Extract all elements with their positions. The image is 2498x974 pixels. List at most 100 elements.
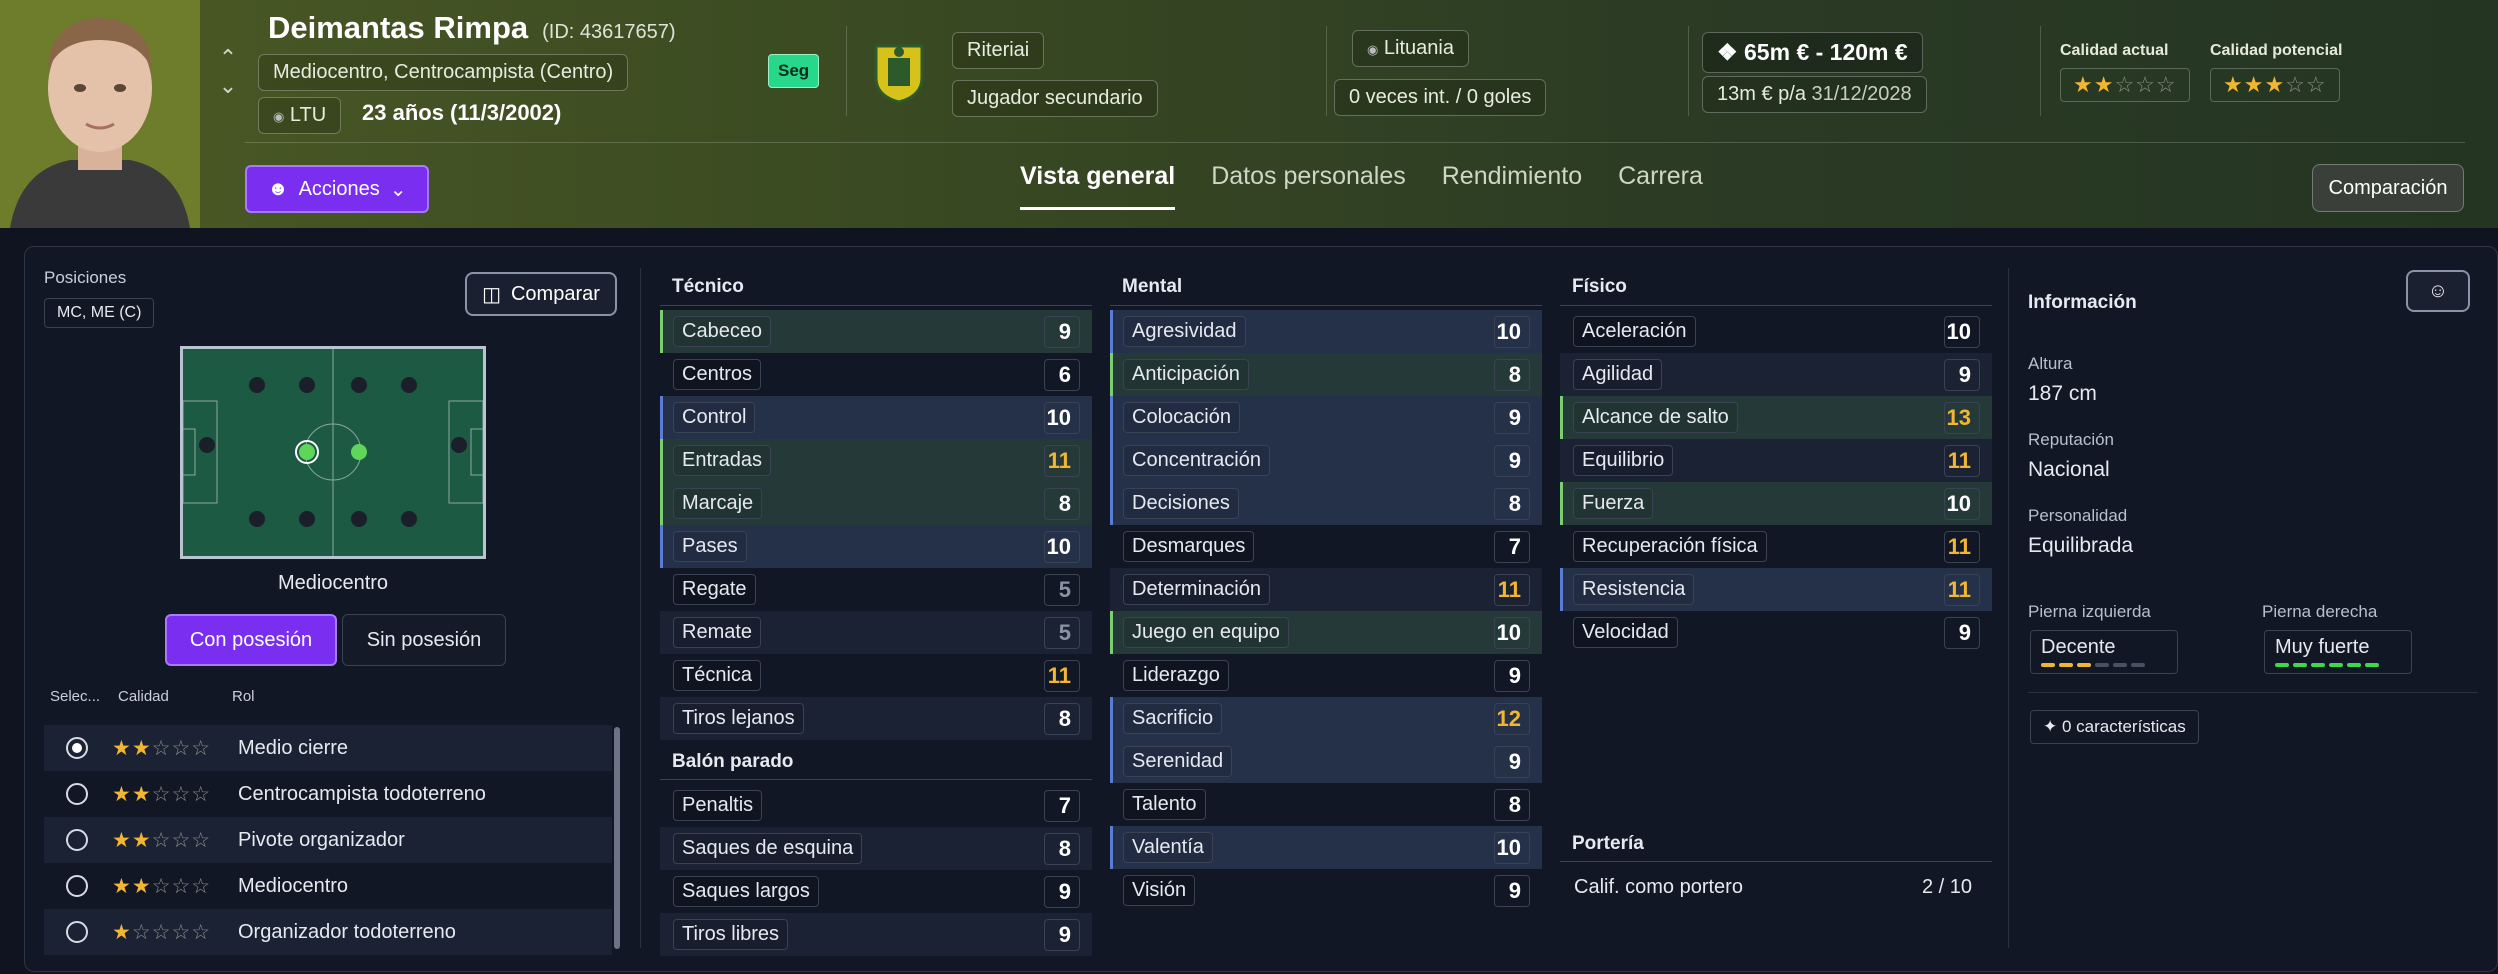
tab-datos-personales[interactable]: Datos personales xyxy=(1211,162,1406,210)
tab-rendimiento[interactable]: Rendimiento xyxy=(1442,162,1582,210)
radio-selected[interactable] xyxy=(66,737,88,759)
list-item[interactable]: ★★☆☆☆ Mediocentro xyxy=(44,863,612,909)
attr-row[interactable]: Alcance de salto 13 xyxy=(1560,396,1992,439)
role-name: Pivote organizador xyxy=(238,828,405,851)
club-crest-icon[interactable] xyxy=(870,38,928,104)
attr-row[interactable]: Velocidad 9 xyxy=(1560,611,1992,654)
acciones-button[interactable]: ☻ Acciones ⌄ xyxy=(245,165,429,213)
col-role[interactable]: Rol xyxy=(232,688,255,705)
height-value: 187 cm xyxy=(2028,382,2097,405)
attr-row[interactable]: Concentración 9 xyxy=(1110,439,1542,482)
attr-row[interactable]: Liderazgo 9 xyxy=(1110,654,1542,697)
attr-row[interactable]: Entradas 11 xyxy=(660,439,1092,482)
attr-row[interactable]: Colocación 9 xyxy=(1110,396,1542,439)
attr-row[interactable]: Técnica 11 xyxy=(660,654,1092,697)
wage-contract: 13m € p/a 31/12/2028 xyxy=(1702,76,1927,113)
list-item[interactable]: ★☆☆☆☆ Organizador todoterreno xyxy=(44,909,612,955)
chevron-down-icon: ⌄ xyxy=(389,178,407,201)
traits-chip[interactable]: ✦ 0 características xyxy=(2030,710,2199,744)
left-foot-bar xyxy=(2041,663,2167,667)
radio[interactable] xyxy=(66,783,88,805)
squad-status-badge[interactable]: Seg xyxy=(768,54,820,88)
role-name: Organizador todoterreno xyxy=(238,920,456,943)
comparacion-button[interactable]: Comparación xyxy=(2312,164,2464,212)
attr-row[interactable]: Saques largos 9 xyxy=(660,870,1092,913)
radio[interactable] xyxy=(66,921,88,943)
left-foot-label: Pierna izquierda xyxy=(2028,602,2151,621)
tag-icon: ❖ xyxy=(1717,39,1738,65)
attr-row[interactable]: Cabeceo 9 xyxy=(660,310,1092,353)
chevron-up-icon[interactable]: ⌃ xyxy=(218,44,238,72)
col-quality[interactable]: Calidad xyxy=(118,688,169,705)
right-foot-chip: Muy fuerte xyxy=(2264,630,2412,674)
sin-posesion-button[interactable]: Sin posesión xyxy=(342,614,506,666)
roles-scrollbar[interactable] xyxy=(614,727,620,949)
divider xyxy=(2028,692,2478,693)
con-posesion-button[interactable]: Con posesión xyxy=(165,614,337,666)
list-item[interactable]: ★★☆☆☆ Pivote organizador xyxy=(44,817,612,863)
divider xyxy=(1326,26,1327,116)
personality-label: Personalidad xyxy=(2028,506,2128,525)
nationality-chip[interactable]: ◉ LTU xyxy=(258,97,342,134)
tecnico-column: Técnico Cabeceo 9 Centros 6 Control 10 Entr… xyxy=(660,268,1092,956)
col-select[interactable]: Selec... xyxy=(50,688,100,705)
attr-row[interactable]: Juego en equipo 10 xyxy=(1110,611,1542,654)
attr-row[interactable]: Serenidad 9 xyxy=(1110,740,1542,783)
right-foot-label: Pierna derecha xyxy=(2262,602,2378,621)
attr-row[interactable]: Pases 10 xyxy=(660,525,1092,568)
compare-icon: ◫ xyxy=(482,283,501,306)
attr-row[interactable]: Decisiones 8 xyxy=(1110,482,1542,525)
attr-row[interactable]: Agresividad 10 xyxy=(1110,310,1542,353)
sparkle-icon: ✦ xyxy=(2043,717,2058,736)
attr-row[interactable]: Regate 5 xyxy=(660,568,1092,611)
attr-row[interactable]: Fuerza 10 xyxy=(1560,482,1992,525)
attr-row[interactable]: Valentía 10 xyxy=(1110,826,1542,869)
attr-row[interactable]: Resistencia 11 xyxy=(1560,568,1992,611)
attr-row[interactable]: Tiros lejanos 8 xyxy=(660,697,1092,740)
list-item[interactable]: ★★☆☆☆ Medio cierre xyxy=(44,725,612,771)
attr-row[interactable]: Agilidad 9 xyxy=(1560,353,1992,396)
list-item[interactable]: ★★☆☆☆ Centrocampista todoterreno xyxy=(44,771,612,817)
attr-row[interactable]: Recuperación física 11 xyxy=(1560,525,1992,568)
divider xyxy=(640,268,641,948)
tab-vista-general[interactable]: Vista general xyxy=(1020,162,1176,210)
attr-row[interactable]: Tiros libres 9 xyxy=(660,913,1092,956)
radio[interactable] xyxy=(66,829,88,851)
divider xyxy=(846,26,847,116)
radio[interactable] xyxy=(66,875,88,897)
role-name: Medio cierre xyxy=(238,736,349,759)
role-stars: ★★☆☆☆ xyxy=(112,736,212,760)
player-name: Deimantas Rimpa xyxy=(268,10,529,45)
role-stars: ★★☆☆☆ xyxy=(112,828,212,852)
chevron-down-icon[interactable]: ⌄ xyxy=(218,72,238,100)
attr-row[interactable]: Penaltis 7 xyxy=(660,784,1092,827)
attr-row[interactable]: Desmarques 7 xyxy=(1110,525,1542,568)
player-age: 23 años (11/3/2002) xyxy=(362,100,562,125)
attr-row[interactable]: Visión 9 xyxy=(1110,869,1542,912)
country-chip[interactable]: ◉ Lituania xyxy=(1352,30,1469,67)
position-pitch[interactable] xyxy=(180,346,486,559)
international-caps: 0 veces int. / 0 goles xyxy=(1334,79,1547,116)
tab-carrera[interactable]: Carrera xyxy=(1618,162,1703,210)
player-profile-button[interactable]: ☺ xyxy=(2406,270,2470,312)
attr-row[interactable]: Control 10 xyxy=(660,396,1092,439)
attr-row[interactable]: Saques de esquina 8 xyxy=(660,827,1092,870)
comparar-button[interactable]: ◫ Comparar xyxy=(465,272,617,316)
potential-ability-label: Calidad potencial xyxy=(2210,42,2343,59)
attr-row[interactable]: Talento 8 xyxy=(1110,783,1542,826)
roles-list: ★★☆☆☆ Medio cierre ★★☆☆☆ Centrocampista … xyxy=(44,725,612,955)
attr-row[interactable]: Determinación 11 xyxy=(1110,568,1542,611)
attr-row[interactable]: Anticipación 8 xyxy=(1110,353,1542,396)
attr-row[interactable]: Equilibrio 11 xyxy=(1560,439,1992,482)
attr-row[interactable]: Centros 6 xyxy=(660,353,1092,396)
transfer-value[interactable]: ❖ 65m € - 120m € xyxy=(1702,32,1923,73)
club-name[interactable]: Riteriai xyxy=(952,32,1045,69)
attr-row[interactable]: Marcaje 8 xyxy=(660,482,1092,525)
attr-row[interactable]: Remate 5 xyxy=(660,611,1092,654)
tecnico-title: Técnico xyxy=(660,268,1092,306)
attr-row[interactable]: Sacrificio 12 xyxy=(1110,697,1542,740)
divider xyxy=(2040,26,2041,116)
flag-icon: ◉ xyxy=(273,109,285,124)
right-foot-bar xyxy=(2275,663,2401,667)
attr-row[interactable]: Aceleración 10 xyxy=(1560,310,1992,353)
